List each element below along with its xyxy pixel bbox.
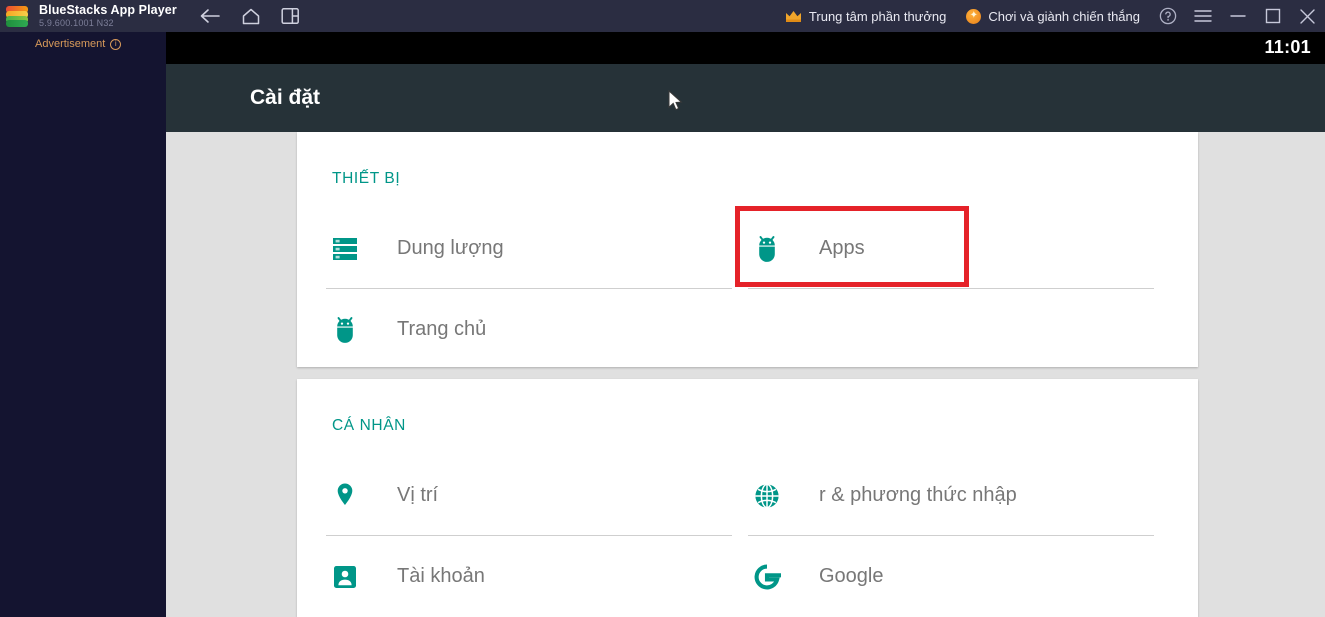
settings-row-storage[interactable]: Dung lượng — [326, 208, 732, 289]
settings-row-label: r & phương thức nhập — [819, 484, 1017, 506]
window-controls — [1150, 0, 1325, 32]
rewards-center-label: Trung tâm phần thưởng — [808, 8, 947, 24]
page-title: Cài đặt — [250, 86, 321, 109]
home-icon[interactable] — [241, 7, 261, 26]
settings-row-label: Google — [819, 565, 884, 587]
android-bug-icon — [748, 234, 786, 264]
mouse-cursor — [668, 89, 684, 118]
hamburger-menu-icon[interactable] — [1185, 0, 1220, 32]
settings-action-bar: Cài đặt — [166, 64, 1325, 132]
location-pin-icon — [326, 481, 364, 511]
settings-row-accounts[interactable]: Tài khoản — [326, 536, 732, 617]
advertisement-panel: Advertisement i — [0, 32, 166, 617]
settings-card-device: THIẾT BỊ Dung lượng Apps Trang chủ — [297, 132, 1198, 367]
settings-card-personal: CÁ NHÂN Vị trí r & phương thức nhập Tài … — [297, 379, 1198, 617]
section-header-device: THIẾT BỊ — [332, 170, 401, 187]
android-status-bar: 11:01 — [166, 32, 1325, 64]
globe-icon — [748, 482, 786, 510]
google-g-icon — [748, 563, 786, 591]
section-header-personal: CÁ NHÂN — [332, 417, 406, 434]
settings-row-location[interactable]: Vị trí — [326, 455, 732, 536]
settings-row-google[interactable]: Google — [748, 536, 1154, 617]
advertisement-label: Advertisement — [35, 38, 106, 50]
app-version: 5.9.600.1001 N32 — [39, 18, 114, 29]
play-and-win-label: Chơi và giành chiến thắng — [988, 8, 1140, 24]
app-window: BlueStacks App Player 5.9.600.1001 N32 T… — [0, 0, 1325, 617]
close-icon[interactable] — [1290, 0, 1325, 32]
account-box-icon — [326, 564, 364, 590]
titlebar-right: Trung tâm phần thưởng ✦ Chơi và giành ch… — [775, 0, 1325, 32]
advertisement-label-group: Advertisement i — [35, 38, 122, 50]
settings-row-label: Apps — [819, 237, 865, 259]
multi-instance-icon[interactable] — [281, 7, 300, 25]
app-identity: BlueStacks App Player 5.9.600.1001 N32 — [39, 4, 177, 29]
bluestacks-layers-logo — [5, 4, 29, 28]
settings-row-label: Dung lượng — [397, 237, 504, 259]
rewards-center-button[interactable]: Trung tâm phần thưởng — [775, 0, 956, 32]
settings-row-apps[interactable]: Apps — [748, 208, 1154, 289]
crown-icon — [785, 10, 802, 23]
help-circle-icon[interactable] — [1150, 0, 1185, 32]
settings-row-label: Trang chủ — [397, 318, 487, 340]
settings-row-home[interactable]: Trang chủ — [326, 289, 732, 370]
android-bug-icon — [326, 315, 364, 345]
settings-row-label: Vị trí — [397, 484, 439, 506]
info-icon[interactable]: i — [110, 38, 122, 50]
star-orb-icon: ✦ — [966, 8, 982, 24]
play-and-win-button[interactable]: ✦ Chơi và giành chiến thắng — [956, 0, 1150, 32]
titlebar-nav — [199, 7, 300, 26]
settings-row-language-input[interactable]: r & phương thức nhập — [748, 455, 1154, 536]
settings-content: THIẾT BỊ Dung lượng Apps Trang chủ CÁ NH… — [166, 132, 1325, 617]
titlebar: BlueStacks App Player 5.9.600.1001 N32 T… — [0, 0, 1325, 32]
status-bar-clock: 11:01 — [1264, 37, 1311, 57]
arrow-left-icon[interactable] — [199, 7, 221, 25]
minimize-icon[interactable] — [1220, 0, 1255, 32]
row-divider — [748, 288, 1154, 289]
settings-row-label: Tài khoản — [397, 565, 485, 587]
app-title: BlueStacks App Player — [39, 2, 177, 17]
maximize-icon[interactable] — [1255, 0, 1290, 32]
storage-icon — [326, 235, 364, 263]
